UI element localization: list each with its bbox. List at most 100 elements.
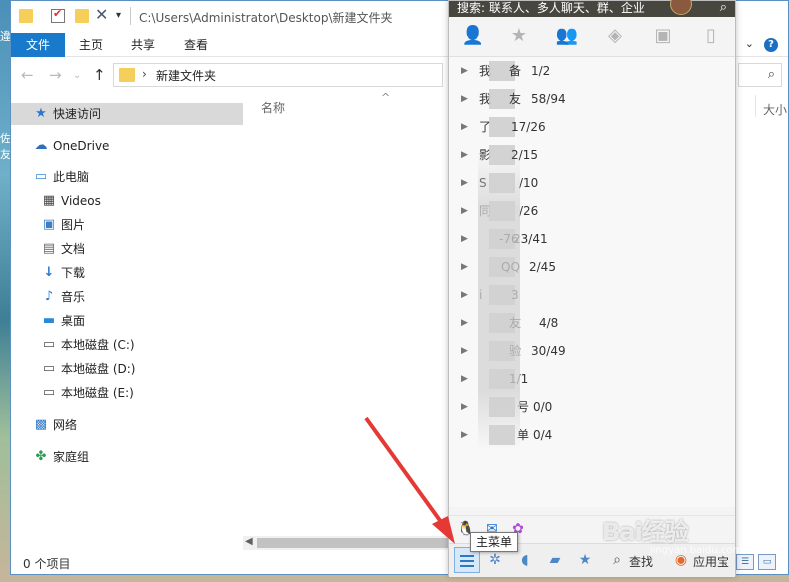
- qq-search-text: 搜索: 联系人、多人聊天、群、企业: [457, 1, 645, 15]
- find-icon[interactable]: ⌕: [607, 550, 627, 570]
- phone-icon[interactable]: ▯: [695, 23, 727, 49]
- speaker-icon[interactable]: ◖: [515, 550, 535, 570]
- delete-icon[interactable]: ✕: [95, 5, 109, 24]
- address-box[interactable]: › 新建文件夹: [113, 63, 443, 87]
- expand-arrow-icon[interactable]: ▶: [461, 225, 468, 253]
- nav-label: 桌面: [61, 314, 86, 328]
- qq-group-count: 0/0: [533, 400, 553, 414]
- nav-videos[interactable]: ▦ Videos: [11, 190, 243, 212]
- desktop-icon: ▬: [42, 313, 56, 328]
- expand-arrow-icon[interactable]: ▶: [461, 169, 468, 197]
- search-icon: ⌕: [767, 67, 775, 82]
- nav-network[interactable]: ▩ 网络: [11, 414, 243, 436]
- folder-icon: [119, 68, 135, 82]
- cloud-icon: ☁: [34, 138, 48, 153]
- favorite-icon[interactable]: ★: [503, 23, 535, 49]
- column-header-size[interactable]: 大小: [763, 101, 787, 118]
- expand-arrow-icon[interactable]: ▶: [461, 141, 468, 169]
- details-view-icon[interactable]: ☰: [736, 554, 754, 570]
- expand-arrow-icon[interactable]: ▶: [461, 393, 468, 421]
- tab-home[interactable]: 主页: [71, 33, 111, 57]
- nav-label: OneDrive: [53, 139, 110, 153]
- horizontal-scrollbar[interactable]: ◀: [243, 536, 458, 550]
- baidu-watermark-url: jingyan.baidu.com: [650, 545, 743, 556]
- chevron-right-icon[interactable]: ›: [142, 67, 147, 81]
- navigation-pane: ★ 快速访问 ☁ OneDrive ▭ 此电脑 ▦ Videos ▣ 图片 ▤ …: [11, 97, 243, 547]
- expand-arrow-icon[interactable]: ▶: [461, 281, 468, 309]
- search-icon[interactable]: ⌕: [720, 0, 727, 15]
- forward-arrow-icon[interactable]: →: [49, 66, 62, 84]
- divider: [130, 7, 131, 25]
- search-input[interactable]: ⌕: [738, 63, 782, 87]
- view-switcher: ☰ ▭: [734, 554, 780, 570]
- qq-group-count: 17/26: [511, 120, 546, 134]
- divider: [755, 95, 756, 117]
- desktop-icon-fragment: 違: [0, 30, 10, 43]
- folder-icon[interactable]: ▰: [545, 550, 565, 570]
- nav-disk-e[interactable]: ▭ 本地磁盘 (E:): [11, 382, 243, 404]
- expand-arrow-icon[interactable]: ▶: [461, 309, 468, 337]
- document-icon: ▤: [42, 241, 56, 256]
- properties-icon[interactable]: [51, 7, 65, 23]
- recent-dropdown-icon[interactable]: ⌄: [73, 70, 81, 81]
- qq-group-row[interactable]: ▶ 了 17/26: [449, 113, 735, 141]
- large-icons-view-icon[interactable]: ▭: [758, 554, 776, 570]
- scroll-left-icon[interactable]: ◀: [245, 536, 253, 547]
- menu-line: [460, 565, 474, 567]
- column-header-name[interactable]: 名称: [261, 99, 285, 116]
- new-folder-icon[interactable]: [75, 9, 89, 23]
- tooltip-main-menu: 主菜单: [470, 532, 518, 552]
- group-icon[interactable]: 👥: [551, 23, 583, 49]
- nav-desktop[interactable]: ▬ 桌面: [11, 310, 243, 332]
- nav-onedrive[interactable]: ☁ OneDrive: [11, 135, 243, 157]
- baidu-watermark: Bai经验: [602, 518, 689, 546]
- message-icon[interactable]: ▣: [647, 23, 679, 49]
- settings-icon[interactable]: ✲: [485, 550, 505, 570]
- film-icon: ▦: [42, 193, 56, 208]
- help-icon[interactable]: ?: [764, 38, 778, 52]
- nav-label: 家庭组: [53, 450, 90, 464]
- menu-line: [460, 555, 474, 557]
- expand-arrow-icon[interactable]: ▶: [461, 365, 468, 393]
- quick-access-dropdown-icon[interactable]: ▾: [116, 10, 130, 24]
- qq-group-row[interactable]: ▶ 我友 58/94: [449, 85, 735, 113]
- discussion-icon[interactable]: ◈: [599, 23, 631, 49]
- expand-arrow-icon[interactable]: ▶: [461, 57, 468, 85]
- download-icon: ↓: [43, 265, 55, 280]
- expand-arrow-icon[interactable]: ▶: [461, 197, 468, 225]
- nav-music[interactable]: ♪ 音乐: [11, 286, 243, 308]
- drive-icon: ▭: [42, 361, 56, 376]
- expand-arrow-icon[interactable]: ▶: [461, 85, 468, 113]
- scrollbar-thumb[interactable]: [257, 538, 457, 548]
- nav-label: 下载: [61, 266, 86, 280]
- desktop-icon-fragment: 友: [0, 148, 10, 161]
- drive-icon: ▭: [42, 385, 56, 400]
- ribbon-expand-icon[interactable]: ⌄: [745, 37, 754, 50]
- tab-file[interactable]: 文件: [11, 33, 65, 57]
- nav-pictures[interactable]: ▣ 图片: [11, 214, 243, 236]
- qq-group-row[interactable]: ▶ 我备 1/2: [449, 57, 735, 85]
- nav-documents[interactable]: ▤ 文档: [11, 238, 243, 260]
- tab-view[interactable]: 查看: [176, 33, 216, 57]
- nav-quick-access[interactable]: ★ 快速访问: [11, 103, 243, 125]
- nav-label: 本地磁盘 (D:): [61, 362, 136, 376]
- status-item-count: 0 个项目: [23, 557, 71, 571]
- star-icon[interactable]: ★: [575, 550, 595, 570]
- nav-disk-c[interactable]: ▭ 本地磁盘 (C:): [11, 334, 243, 356]
- up-arrow-icon[interactable]: ↑: [93, 66, 106, 84]
- nav-this-pc[interactable]: ▭ 此电脑: [11, 166, 243, 188]
- expand-arrow-icon[interactable]: ▶: [461, 253, 468, 281]
- expand-arrow-icon[interactable]: ▶: [461, 113, 468, 141]
- nav-homegroup[interactable]: ✤ 家庭组: [11, 446, 243, 468]
- qq-search-bar[interactable]: 搜索: 联系人、多人聊天、群、企业: [449, 1, 735, 17]
- back-arrow-icon[interactable]: ←: [21, 66, 34, 84]
- nav-downloads[interactable]: ↓ 下载: [11, 262, 243, 284]
- sort-up-icon: ^: [381, 91, 391, 104]
- tab-share[interactable]: 共享: [123, 33, 163, 57]
- nav-label: 快速访问: [53, 107, 102, 121]
- nav-disk-d[interactable]: ▭ 本地磁盘 (D:): [11, 358, 243, 380]
- expand-arrow-icon[interactable]: ▶: [461, 421, 468, 449]
- contact-icon[interactable]: 👤: [457, 23, 489, 49]
- expand-arrow-icon[interactable]: ▶: [461, 337, 468, 365]
- drive-icon: ▭: [42, 337, 56, 352]
